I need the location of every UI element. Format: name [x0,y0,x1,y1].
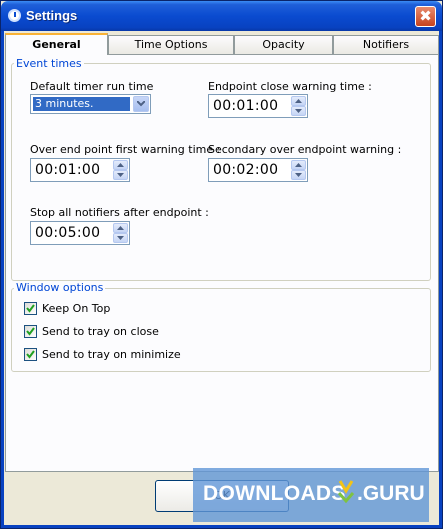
title-bar[interactable]: Settings ✖ [1,1,442,31]
arrow-up-icon [117,163,124,167]
checkmark-icon [26,327,35,336]
window-frame-left [1,31,4,528]
arrow-up-icon [117,226,124,230]
close-button[interactable]: ✖ [415,6,436,27]
endpoint-close-label: Endpoint close warning time : [208,80,372,93]
dropdown-button[interactable] [133,96,149,112]
download-arrow-icon [337,480,355,504]
stop-notifiers-time-input[interactable]: 00:05:00 [30,221,130,245]
over-end-value: 00:01:00 [35,162,101,178]
spin-up-button[interactable] [113,160,128,170]
timer-app-icon [8,9,21,22]
keep-on-top-label: Keep On Top [42,302,111,315]
watermark-text: DOWNLOADS [203,482,346,505]
window-frame-right [439,31,442,528]
chevron-down-icon [137,101,145,107]
window-options-legend: Window options [14,281,106,294]
default-timer-label: Default timer run time [30,80,154,93]
arrow-down-icon [295,109,302,113]
stop-notifiers-value: 00:05:00 [35,225,101,241]
tray-on-minimize-label: Send to tray on minimize [42,348,181,361]
default-timer-value: 3 minutes. [33,97,130,111]
tray-on-close-label: Send to tray on close [42,325,159,338]
spin-down-button[interactable] [113,170,128,180]
keep-on-top-checkbox[interactable] [24,302,37,315]
secondary-warning-time-input[interactable]: 00:02:00 [208,158,308,182]
secondary-warning-value: 00:02:00 [213,162,279,178]
spin-down-button[interactable] [291,106,306,116]
arrow-down-icon [117,173,124,177]
spin-down-button[interactable] [113,233,128,243]
spin-up-button[interactable] [291,96,306,106]
tray-on-minimize-checkbox[interactable] [24,348,37,361]
over-end-label: Over end point first warning time : [30,143,221,156]
arrow-up-icon [295,163,302,167]
stop-notifiers-label: Stop all notifiers after endpoint : [30,206,209,219]
secondary-warning-label: Secondary over endpoint warning : [208,143,402,156]
default-timer-select[interactable]: 3 minutes. [30,94,151,114]
settings-window: Settings ✖ General Time Options Opacity … [0,0,443,529]
tab-notifiers[interactable]: Notifiers [333,35,439,54]
endpoint-close-time-input[interactable]: 00:01:00 [208,94,308,118]
general-tab-panel: Event times Default timer run time 3 min… [5,54,439,472]
endpoint-close-value: 00:01:00 [213,98,279,114]
event-times-legend: Event times [14,57,84,70]
arrow-up-icon [295,99,302,103]
tray-on-close-checkbox[interactable] [24,325,37,338]
tab-general[interactable]: General [5,33,108,55]
arrow-down-icon [117,236,124,240]
downloads-guru-watermark: DOWNLOADS .GURU [193,468,429,522]
checkmark-icon [26,350,35,359]
spin-up-button[interactable] [291,160,306,170]
spin-down-button[interactable] [291,170,306,180]
window-title: Settings [26,8,78,23]
over-end-time-input[interactable]: 00:01:00 [30,158,130,182]
tab-time-options[interactable]: Time Options [108,35,234,54]
checkmark-icon [26,304,35,313]
tab-opacity[interactable]: Opacity [234,35,333,54]
spin-up-button[interactable] [113,223,128,233]
watermark-suffix: .GURU [357,482,425,505]
arrow-down-icon [295,173,302,177]
tab-strip: General Time Options Opacity Notifiers [5,33,439,55]
